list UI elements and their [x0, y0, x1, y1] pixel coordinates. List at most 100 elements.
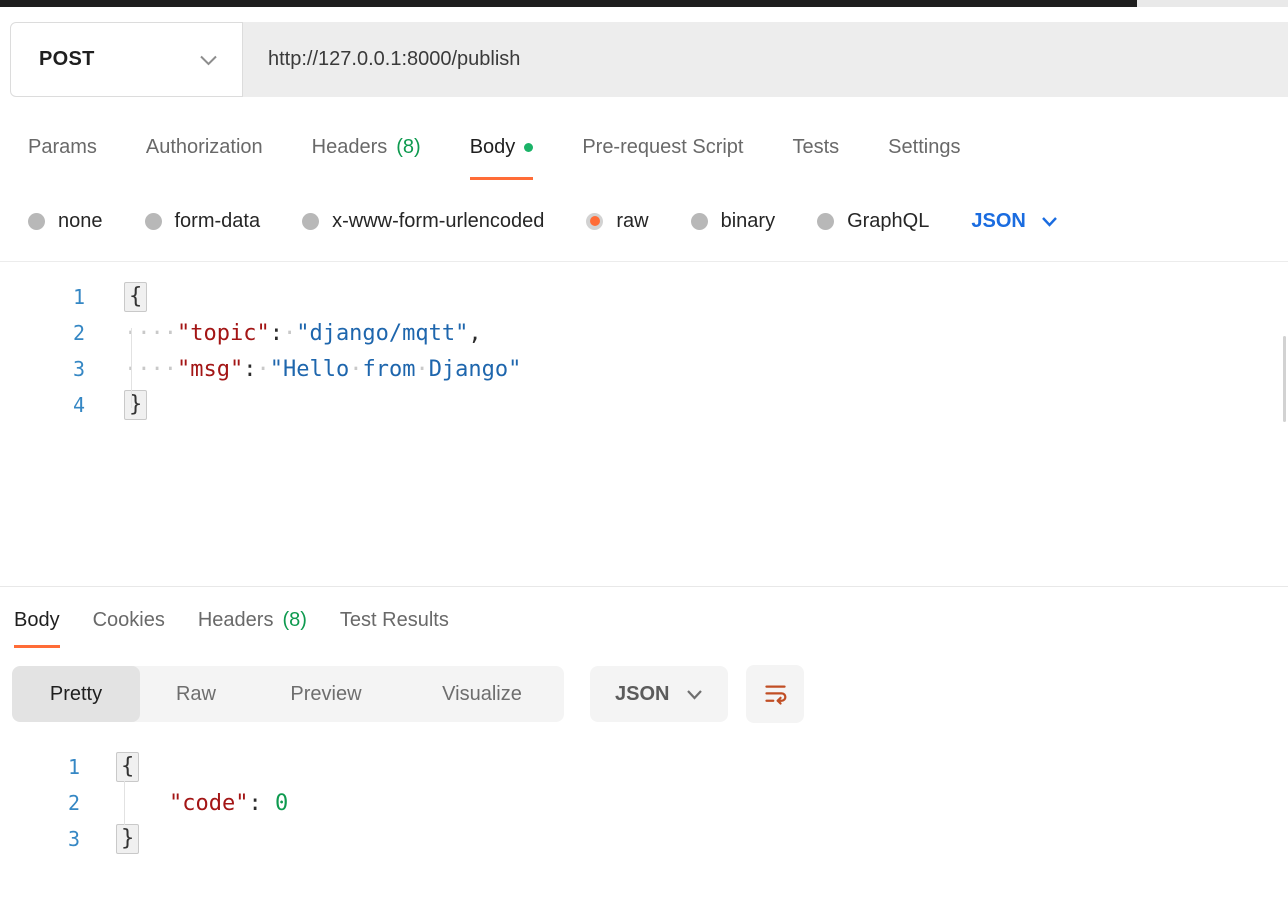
language-label: JSON — [971, 210, 1025, 233]
radio-icon — [302, 213, 319, 230]
radio-icon — [691, 213, 708, 230]
wrap-text-icon — [762, 681, 789, 708]
line-number: 1 — [0, 285, 85, 309]
line-number: 2 — [0, 791, 80, 815]
tab-tests[interactable]: Tests — [792, 118, 839, 180]
tab-authorization[interactable]: Authorization — [146, 118, 263, 180]
editor-scrollbar[interactable] — [1283, 336, 1286, 422]
tab-label: Test Results — [340, 609, 449, 632]
code-content: { — [85, 282, 147, 312]
radio-label: raw — [616, 210, 648, 233]
code-token: · — [415, 357, 428, 382]
tab-label: Body — [14, 609, 60, 632]
tab-label: Headers — [312, 136, 388, 159]
code-line: 2····"topic":·"django/mqtt", — [0, 315, 1288, 351]
code-token: · — [283, 321, 296, 346]
tab-label: Pre-request Script — [582, 136, 743, 159]
code-token: : — [243, 357, 256, 382]
view-mode-pretty[interactable]: Pretty — [12, 666, 140, 722]
chevron-down-icon — [1041, 216, 1058, 227]
radio-icon — [28, 213, 45, 230]
code-token: "code" — [169, 791, 248, 816]
code-content: } — [80, 824, 139, 854]
tab-pre-request-script[interactable]: Pre-request Script — [582, 118, 743, 180]
code-line: 1{ — [0, 279, 1288, 315]
code-token: · — [256, 357, 269, 382]
body-type-graphql[interactable]: GraphQL — [817, 210, 929, 233]
view-mode-visualize[interactable]: Visualize — [400, 666, 564, 722]
response-toolbar: PrettyRawPreviewVisualize JSON — [12, 665, 1288, 723]
indent-guide — [131, 328, 132, 408]
code-content: { — [80, 752, 139, 782]
url-text: http://127.0.0.1:8000/publish — [268, 48, 520, 71]
url-input[interactable]: http://127.0.0.1:8000/publish — [243, 22, 1288, 97]
tab-count: (8) — [282, 609, 306, 632]
tab-label: Settings — [888, 136, 960, 159]
code-token: Django" — [429, 357, 522, 382]
body-type-form-data[interactable]: form-data — [145, 210, 261, 233]
radio-icon — [817, 213, 834, 230]
request-body-editor[interactable]: 1{2····"topic":·"django/mqtt",3····"msg"… — [0, 262, 1288, 587]
tab-label: Params — [28, 136, 97, 159]
fold-brace: } — [116, 824, 139, 854]
radio-selected-dot — [590, 216, 600, 226]
code-line: 4} — [0, 387, 1288, 423]
response-view-switch: PrettyRawPreviewVisualize — [12, 666, 564, 722]
tab-count: (8) — [396, 136, 420, 159]
code-token: , — [468, 321, 481, 346]
code-token: "Hello — [270, 357, 349, 382]
chrome-strip-light — [1137, 0, 1288, 7]
chrome-strip-dark — [0, 0, 1137, 7]
line-number: 3 — [0, 357, 85, 381]
method-label: POST — [39, 48, 95, 71]
view-mode-preview[interactable]: Preview — [252, 666, 400, 722]
request-url-bar: POST http://127.0.0.1:8000/publish — [10, 22, 1288, 97]
code-token: "msg" — [177, 357, 243, 382]
tab-settings[interactable]: Settings — [888, 118, 960, 180]
tab-label: Body — [470, 136, 516, 159]
body-type-options: none form-data x-www-form-urlencoded raw bin… — [0, 198, 1288, 244]
code-token: 0 — [275, 791, 288, 816]
tab-label: Tests — [792, 136, 839, 159]
code-token: : — [270, 321, 283, 346]
body-type-binary[interactable]: binary — [691, 210, 775, 233]
body-type-x-www-form-urlencoded[interactable]: x-www-form-urlencoded — [302, 210, 544, 233]
radio-label: form-data — [175, 210, 261, 233]
body-type-none[interactable]: none — [28, 210, 103, 233]
code-content: ····"msg":·"Hello·from·Django" — [85, 357, 521, 382]
method-selector[interactable]: POST — [10, 22, 243, 97]
tab-headers[interactable]: Headers (8) — [312, 118, 421, 180]
tab-label: Authorization — [146, 136, 263, 159]
response-section: Body Cookies Headers(8) Test Results Pretty… — [0, 595, 1288, 857]
tab-test-results[interactable]: Test Results — [340, 595, 449, 648]
language-selector[interactable]: JSON — [971, 210, 1057, 233]
code-token: "django/mqtt" — [296, 321, 468, 346]
tab-headers[interactable]: Headers(8) — [198, 595, 307, 648]
code-content: } — [85, 390, 147, 420]
response-format-selector[interactable]: JSON — [590, 666, 728, 722]
radio-label: GraphQL — [847, 210, 929, 233]
view-mode-raw[interactable]: Raw — [140, 666, 252, 722]
line-number: 2 — [0, 321, 85, 345]
code-line: 1{ — [0, 749, 1288, 785]
code-line: 2 "code": 0 — [0, 785, 1288, 821]
postman-request-view: POST http://127.0.0.1:8000/publish Param… — [0, 0, 1288, 857]
response-format-label: JSON — [615, 683, 669, 706]
code-content: ····"topic":·"django/mqtt", — [85, 321, 482, 346]
code-content: "code": 0 — [80, 791, 288, 816]
body-type-raw[interactable]: raw — [586, 210, 648, 233]
tab-body[interactable]: Body — [470, 118, 534, 180]
tab-params[interactable]: Params — [28, 118, 97, 180]
code-token — [262, 791, 275, 816]
code-token: "topic" — [177, 321, 270, 346]
window-chrome-strip — [0, 0, 1288, 7]
radio-icon — [145, 213, 162, 230]
tab-cookies[interactable]: Cookies — [93, 595, 165, 648]
radio-icon — [586, 213, 603, 230]
code-line: 3} — [0, 821, 1288, 857]
chevron-down-icon — [199, 54, 218, 66]
response-body-viewer[interactable]: 1{2 "code": 03} — [0, 749, 1288, 857]
radio-label: binary — [721, 210, 775, 233]
wrap-text-button[interactable] — [746, 665, 804, 723]
tab-body[interactable]: Body — [14, 595, 60, 648]
